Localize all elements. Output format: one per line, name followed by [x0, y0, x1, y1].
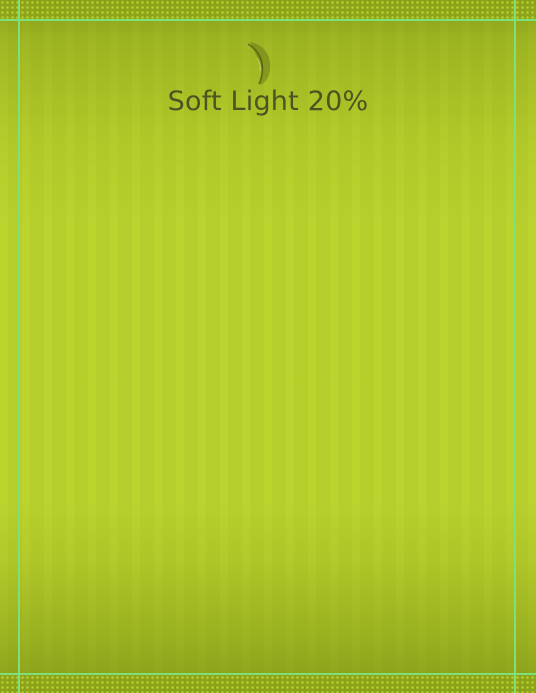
- top-pattern-band: [0, 0, 536, 19]
- page-title: Soft Light 20%: [167, 86, 369, 117]
- guide-line-top: [0, 19, 536, 21]
- leaf-feather-icon: [244, 38, 280, 86]
- bottom-pattern-band: [0, 675, 536, 693]
- guide-line-bottom: [0, 673, 536, 675]
- canvas: Soft Light 20%: [0, 0, 536, 693]
